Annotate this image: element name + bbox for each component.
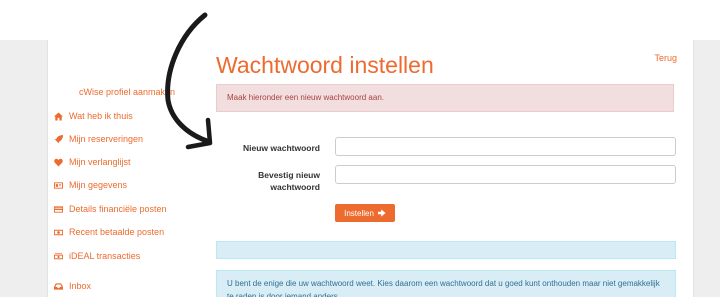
card-icon [54,205,63,213]
sidebar-item-ideal-transacties[interactable]: iDEAL transacties [54,249,140,263]
heart-icon [54,158,63,167]
rocket-icon [54,134,63,144]
info-banner-empty [216,241,676,259]
sidebar-item-label: Wat heb ik thuis [69,111,133,121]
inbox-icon [54,282,63,290]
info-message: U bent de enige die uw wachtwoord weet. … [216,270,676,297]
sidebar-item-label: Mijn verlanglijst [69,157,131,167]
sidebar-item-wat-heb-ik-thuis[interactable]: Wat heb ik thuis [54,109,133,123]
confirm-password-input[interactable] [335,165,676,184]
sidebar-item-mijn-reserveringen[interactable]: Mijn reserveringen [54,132,143,146]
sidebar-item-label: Details financiële posten [69,204,167,214]
sidebar-item-label: Mijn reserveringen [69,134,144,144]
money-icon [54,229,63,235]
new-password-input[interactable] [335,137,676,156]
sidebar-item-mijn-gegevens[interactable]: Mijn gegevens [54,178,127,192]
confirm-password-label: Bevestig nieuw wachtwoord [258,170,320,192]
submit-button[interactable]: Instellen [335,204,395,222]
back-link[interactable]: Terug [654,53,677,63]
id-card-icon [54,181,63,189]
sidebar-item-label: Mijn gegevens [69,180,128,190]
page-title: Wachtwoord instellen [216,52,434,78]
sidebar-item-inbox[interactable]: Inbox [54,279,91,293]
main-content: Wachtwoord instellen Terug Maak hieronde… [214,40,693,297]
sidebar-item-mijn-verlanglijst[interactable]: Mijn verlanglijst [54,155,131,169]
sidebar-item-details-financiele-posten[interactable]: Details financiële posten [54,202,167,216]
sidebar-item-label: Recent betaalde posten [69,227,165,237]
home-icon [54,111,63,121]
sign-in-arrow-icon [377,209,386,217]
sidebar-item-label: iDEAL transacties [69,251,141,261]
money-stack-icon [54,252,63,259]
sidebar-link-create-profile[interactable]: cWise profiel aanmaken [79,87,175,97]
content-card: cWise profiel aanmaken Wat heb ik thuis … [47,40,694,297]
sidebar: cWise profiel aanmaken Wat heb ik thuis … [48,40,208,297]
sidebar-item-recent-betaalde-posten[interactable]: Recent betaalde posten [54,225,164,239]
sidebar-item-label: Inbox [69,281,92,291]
submit-button-label: Instellen [344,208,374,218]
alert-message: Maak hieronder een nieuw wachtwoord aan. [216,84,674,112]
new-password-label: Nieuw wachtwoord [243,143,320,153]
